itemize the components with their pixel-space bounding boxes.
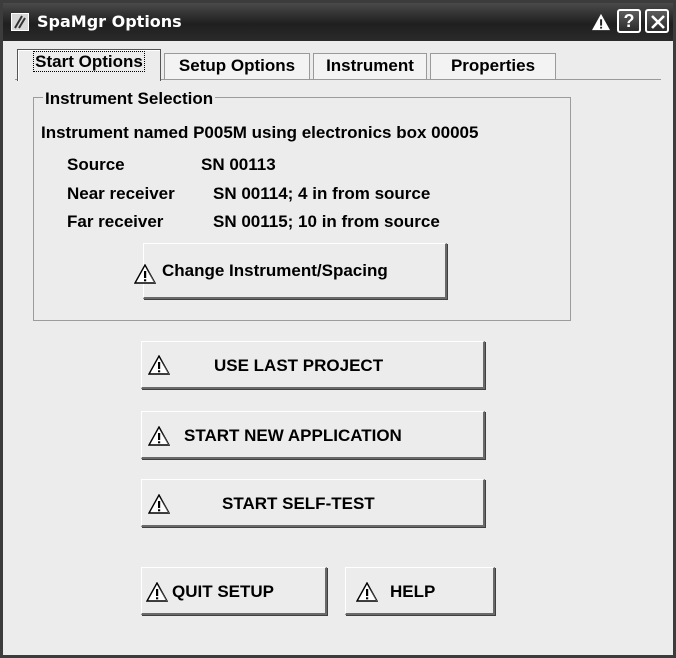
- tab-start-options[interactable]: Start Options: [17, 49, 161, 81]
- options-window: SpaMgr Options ? Start Options Setup Opt…: [0, 0, 676, 658]
- tab-label: Properties: [450, 56, 536, 75]
- near-receiver-label: Near receiver: [67, 184, 175, 203]
- quit-setup-button[interactable]: QUIT SETUP: [141, 567, 327, 615]
- warning-triangle-icon: [134, 264, 156, 284]
- instrument-summary: Instrument named P005M using electronics…: [41, 123, 479, 142]
- change-instrument-label: Change Instrument/Spacing: [162, 261, 388, 280]
- app-logo-icon: [11, 13, 29, 31]
- far-receiver-value: SN 00115; 10 in from source: [213, 212, 440, 231]
- start-new-application-button[interactable]: START NEW APPLICATION: [141, 411, 485, 459]
- change-instrument-button[interactable]: Change Instrument/Spacing: [143, 243, 447, 299]
- start-new-application-label: START NEW APPLICATION: [184, 426, 402, 445]
- tab-label: Setup Options: [178, 56, 296, 75]
- close-button[interactable]: [645, 9, 669, 33]
- tab-instrument[interactable]: Instrument: [313, 53, 427, 79]
- use-last-project-label: USE LAST PROJECT: [214, 356, 384, 375]
- help-button[interactable]: HELP: [345, 567, 495, 615]
- warning-triangle-icon: [148, 355, 170, 375]
- warning-triangle-icon: [148, 426, 170, 446]
- tab-label: Start Options: [33, 51, 145, 72]
- warning-triangle-icon: [591, 13, 611, 31]
- source-value: SN 00113: [201, 155, 276, 174]
- group-legend: Instrument Selection: [43, 89, 216, 109]
- use-last-project-button[interactable]: USE LAST PROJECT: [141, 341, 485, 389]
- warning-triangle-icon: [148, 494, 170, 514]
- tab-properties[interactable]: Properties: [430, 53, 556, 79]
- close-x-icon: [651, 15, 665, 29]
- start-self-test-button[interactable]: START SELF-TEST: [141, 479, 485, 527]
- far-receiver-label: Far receiver: [67, 212, 164, 231]
- help-title-button[interactable]: ?: [617, 9, 641, 33]
- window-title: SpaMgr Options: [37, 12, 182, 31]
- source-label: Source: [67, 155, 125, 174]
- warning-triangle-icon: [146, 582, 168, 602]
- start-self-test-label: START SELF-TEST: [222, 494, 375, 513]
- warning-triangle-icon: [356, 582, 378, 602]
- help-label: HELP: [390, 582, 436, 601]
- title-bar[interactable]: SpaMgr Options ?: [3, 3, 673, 41]
- tab-label: Instrument: [326, 56, 414, 75]
- near-receiver-value: SN 00114; 4 in from source: [213, 184, 431, 203]
- tab-setup-options[interactable]: Setup Options: [164, 53, 310, 79]
- quit-setup-label: QUIT SETUP: [172, 582, 275, 601]
